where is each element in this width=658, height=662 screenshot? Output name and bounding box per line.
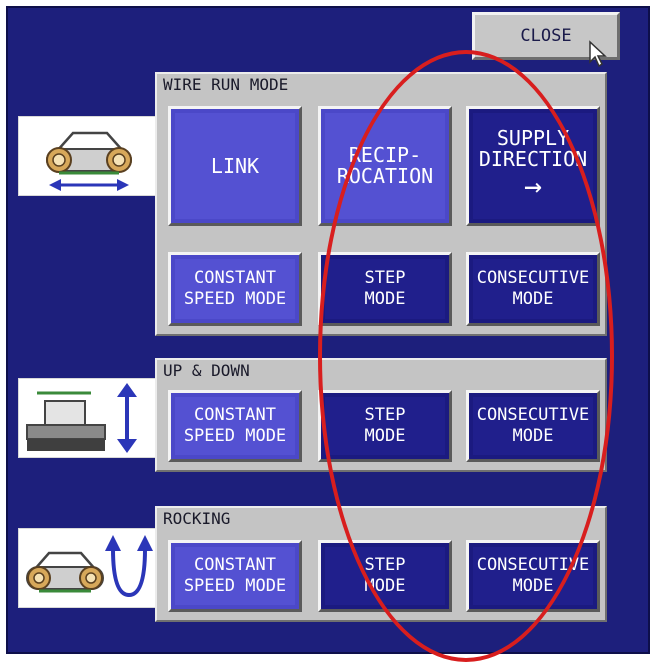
supply-direction-button[interactable]: SUPPLY DIRECTION → <box>466 106 600 226</box>
rocking-consecutive-mode-button[interactable]: CONSECUTIVE MODE <box>466 540 600 612</box>
reciprocation-label-line2: ROCATION <box>336 164 434 188</box>
consecutive-mode-label-line2: MODE <box>512 426 554 446</box>
rocking-step-mode-button[interactable]: STEP MODE <box>318 540 452 612</box>
crawler-rocking-arrow-icon <box>26 535 153 598</box>
consecutive-mode-label-line2: MODE <box>512 289 554 309</box>
link-button-label: LINK <box>210 153 260 178</box>
reciprocation-button[interactable]: RECIP- ROCATION <box>318 106 452 226</box>
step-mode-label-line1: STEP <box>364 268 406 288</box>
mouse-cursor-icon <box>589 40 607 68</box>
consecutive-mode-label-line2: MODE <box>512 576 554 596</box>
press-vertical-arrow-icon <box>26 383 137 453</box>
rocking-icon-box <box>18 528 156 608</box>
constant-speed-label-line1: CONSTANT <box>194 405 276 425</box>
close-button-label: CLOSE <box>520 26 572 46</box>
up-down-title: UP & DOWN <box>163 361 250 380</box>
rocking-constant-speed-button[interactable]: CONSTANT SPEED MODE <box>168 540 302 612</box>
consecutive-mode-label-line1: CONSECUTIVE <box>476 268 590 288</box>
constant-speed-label-line2: SPEED MODE <box>183 289 287 309</box>
supply-direction-label-line2: DIRECTION <box>478 147 588 171</box>
step-mode-label-line1: STEP <box>364 555 406 575</box>
up-down-constant-speed-button[interactable]: CONSTANT SPEED MODE <box>168 390 302 462</box>
step-mode-label-line2: MODE <box>364 426 406 446</box>
step-mode-label-line1: STEP <box>364 405 406 425</box>
constant-speed-label-line1: CONSTANT <box>194 268 276 288</box>
consecutive-mode-label-line1: CONSECUTIVE <box>476 555 590 575</box>
consecutive-mode-label-line1: CONSECUTIVE <box>476 405 590 425</box>
crawler-horizontal-arrow-icon <box>46 131 132 191</box>
link-button[interactable]: LINK <box>168 106 302 226</box>
wire-run-icon-box <box>18 116 156 196</box>
constant-speed-label-line2: SPEED MODE <box>183 426 287 446</box>
up-down-icon-box <box>18 378 156 458</box>
constant-speed-label-line1: CONSTANT <box>194 555 276 575</box>
step-mode-label-line2: MODE <box>364 576 406 596</box>
rocking-title: ROCKING <box>163 509 231 528</box>
right-arrow-icon: → <box>523 169 543 204</box>
constant-speed-label-line2: SPEED MODE <box>183 576 287 596</box>
wire-run-step-mode-button[interactable]: STEP MODE <box>318 252 452 326</box>
reciprocation-label-line1: RECIP- <box>348 143 422 167</box>
wire-run-mode-title: WIRE RUN MODE <box>163 75 289 94</box>
step-mode-label-line2: MODE <box>364 289 406 309</box>
wire-run-constant-speed-button[interactable]: CONSTANT SPEED MODE <box>168 252 302 326</box>
wire-run-consecutive-mode-button[interactable]: CONSECUTIVE MODE <box>466 252 600 326</box>
up-down-step-mode-button[interactable]: STEP MODE <box>318 390 452 462</box>
up-down-consecutive-mode-button[interactable]: CONSECUTIVE MODE <box>466 390 600 462</box>
supply-direction-label-line1: SUPPLY <box>496 126 570 150</box>
